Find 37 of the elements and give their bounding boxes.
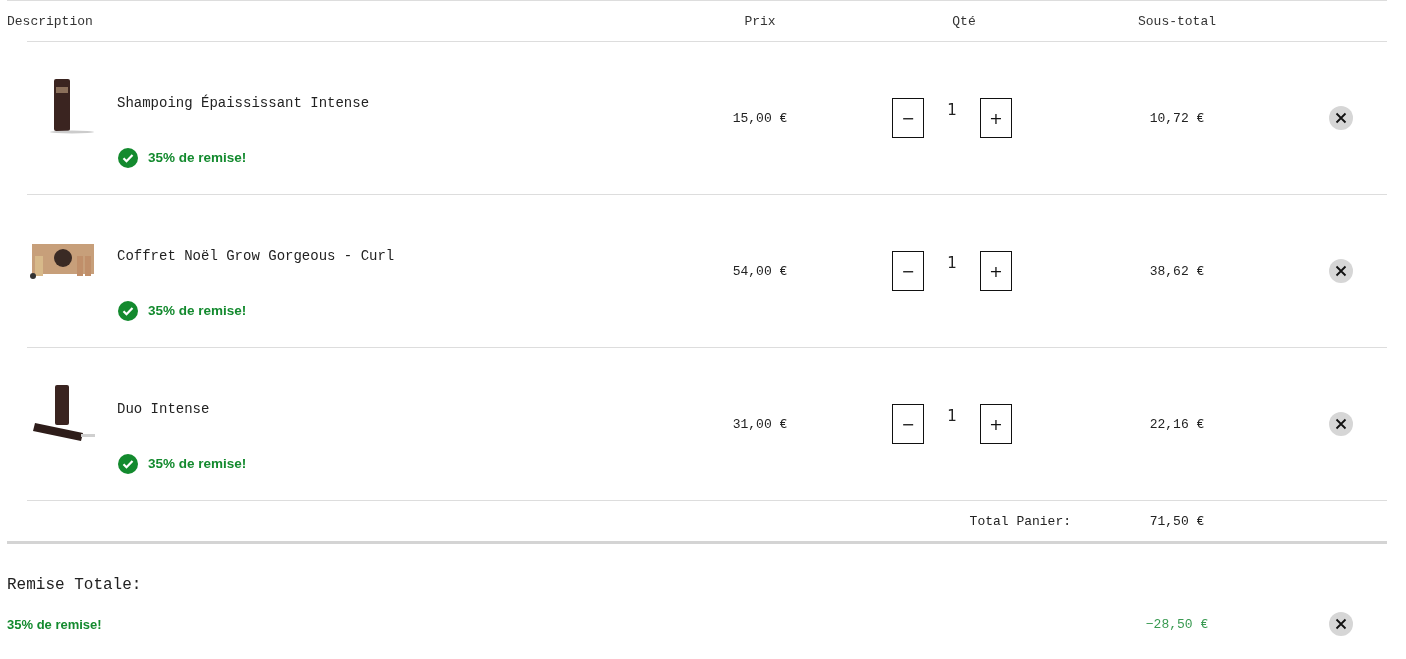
increase-button[interactable]: + [980,251,1012,291]
decrease-button[interactable]: − [892,251,924,291]
discount-label: 35% de remise! [148,150,247,165]
check-icon [118,300,138,321]
close-icon[interactable] [1329,612,1353,636]
total-label: Total Panier: [969,513,1071,529]
discount-label: 35% de remise! [148,303,247,318]
discount-label: 35% de remise! [148,456,247,471]
total-value: 71,50 € [1149,513,1205,529]
column-header: Sous-total [1138,13,1216,29]
subtotal: 38,62 € [1149,263,1205,279]
discount-amount: −28,50 € [1145,616,1209,632]
section-title: Remise Totale: [7,576,143,594]
price: 31,00 € [732,416,788,432]
increase-button[interactable]: + [980,404,1012,444]
close-icon[interactable] [1329,259,1353,283]
column-header: Description [7,13,94,29]
increase-button[interactable]: + [980,98,1012,138]
column-header: Qté [952,13,976,29]
product-name[interactable]: Shampoing Épaississant Intense [117,94,370,111]
price: 54,00 € [732,263,788,279]
product-name[interactable]: Coffret Noël Grow Gorgeous - Curl [117,247,395,264]
close-icon[interactable] [1329,106,1353,130]
decrease-button[interactable]: − [892,404,924,444]
decrease-button[interactable]: − [892,98,924,138]
subtotal: 10,72 € [1149,110,1205,126]
close-icon[interactable] [1329,412,1353,436]
check-icon [118,453,138,474]
check-icon [118,147,138,168]
quantity-value: 1 [946,254,958,272]
discount-label: 35% de remise! [7,616,103,632]
product-name[interactable]: Duo Intense [117,400,210,417]
quantity-value: 1 [946,101,958,119]
column-header: Prix [744,13,776,29]
quantity-value: 1 [946,407,958,425]
subtotal: 22,16 € [1149,416,1205,432]
price: 15,00 € [732,110,788,126]
